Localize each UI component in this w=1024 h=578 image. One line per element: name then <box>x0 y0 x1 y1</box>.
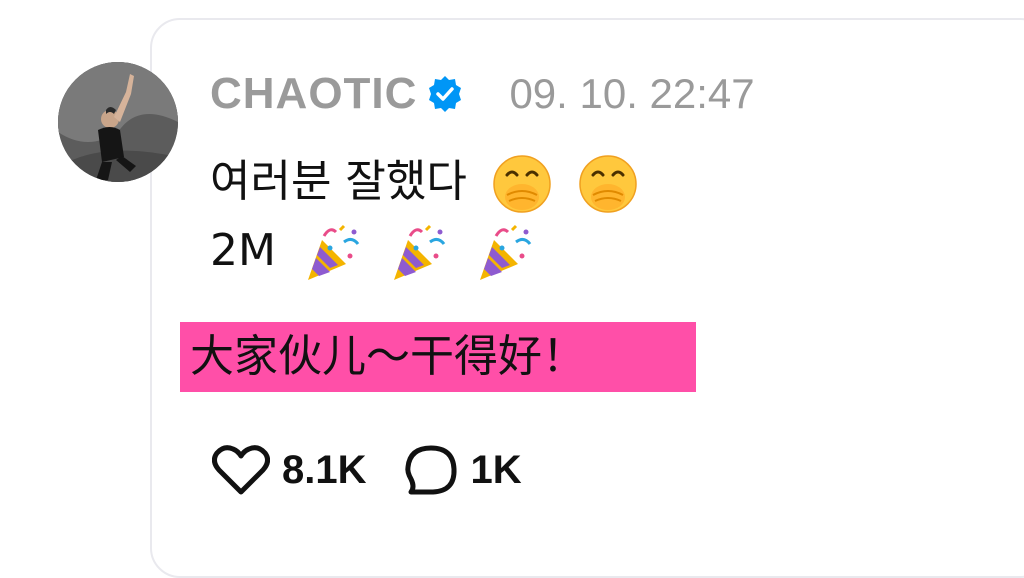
avatar-image <box>58 62 178 182</box>
reply-count: 1K <box>470 447 522 492</box>
username[interactable]: CHAOTIC <box>210 69 417 119</box>
translation-caption: 大家伙儿～干得好！ <box>180 322 696 392</box>
like-button[interactable]: 8.1K <box>212 444 367 496</box>
hand-over-mouth-emoji-icon <box>491 153 553 215</box>
speech-bubble-icon <box>404 445 457 495</box>
post-text-line-2: 2M <box>210 222 534 284</box>
party-popper-emoji-icon <box>300 222 362 284</box>
hand-over-mouth-emoji-icon <box>577 153 639 215</box>
like-count: 8.1K <box>282 447 367 492</box>
post-actions: 8.1K 1K <box>212 440 522 500</box>
post-text-2m: 2M <box>210 225 276 276</box>
post-header: CHAOTIC 09. 10. 22:47 <box>210 66 755 122</box>
post-text-line-1: 여러분 잘했다 <box>210 145 639 215</box>
post-timestamp: 09. 10. 22:47 <box>509 70 755 117</box>
party-popper-emoji-icon <box>472 222 534 284</box>
avatar[interactable] <box>58 62 178 182</box>
heart-icon <box>212 445 270 495</box>
party-popper-emoji-icon <box>386 222 448 284</box>
reply-button[interactable]: 1K <box>403 443 522 497</box>
post-text-korean: 여러분 잘했다 <box>210 156 467 207</box>
verified-badge-icon <box>425 74 465 114</box>
